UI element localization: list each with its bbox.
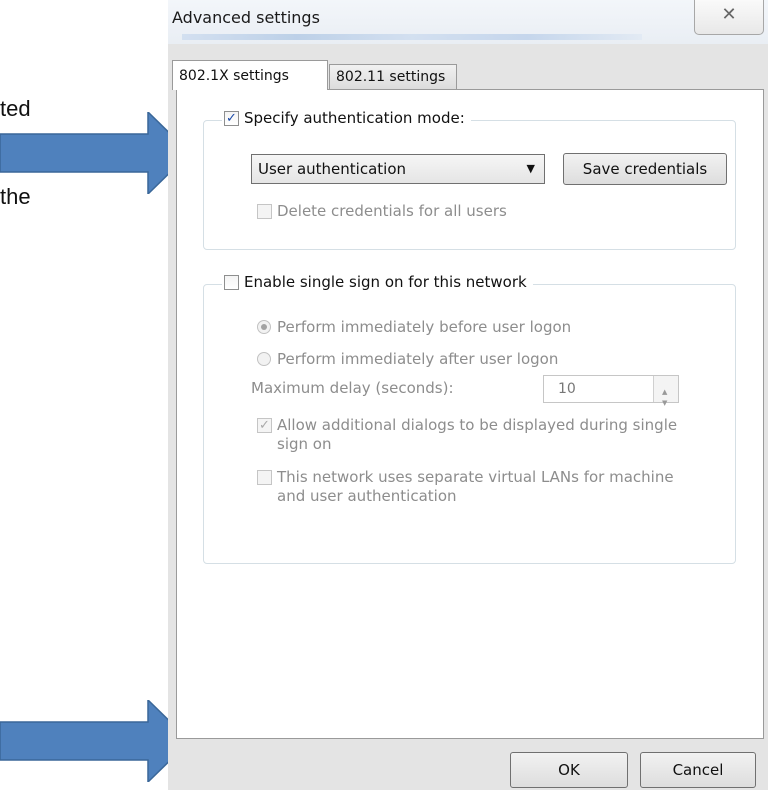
radio-after-logon-row[interactable]: Perform immediately after user logon — [257, 350, 558, 368]
delete-credentials-label: Delete credentials for all users — [277, 202, 507, 220]
allow-dialogs-label: Allow additional dialogs to be displayed… — [277, 416, 677, 454]
enable-sso-checkbox[interactable] — [224, 274, 239, 290]
sso-legend[interactable]: Enable single sign on for this network — [222, 273, 533, 291]
spin-down-icon[interactable]: ▼ — [662, 390, 667, 416]
allow-dialogs-label-line2: sign on — [277, 435, 332, 453]
check-icon: ✓ — [259, 418, 270, 433]
separate-vlans-label: This network uses separate virtual LANs … — [277, 468, 674, 506]
tab-802-11-settings[interactable]: 802.11 settings — [329, 64, 457, 90]
close-button[interactable]: ✕ — [694, 0, 764, 35]
title-bar: Advanced settings ✕ — [168, 0, 768, 44]
max-delay-spinner[interactable]: 10 ▲ ▼ — [543, 375, 679, 407]
radio-after-logon-label: Perform immediately after user logon — [277, 350, 559, 368]
chevron-down-icon: ▼ — [526, 162, 535, 175]
specify-auth-mode-label: Specify authentication mode: — [244, 109, 465, 127]
auth-mode-value: User authentication — [258, 160, 407, 178]
ok-button[interactable]: OK — [510, 752, 628, 788]
specify-auth-mode-checkbox[interactable]: ✓ — [224, 110, 239, 126]
radio-before-logon-label: Perform immediately before user logon — [277, 318, 572, 336]
save-credentials-button[interactable]: Save credentials — [563, 153, 727, 185]
enable-sso-label: Enable single sign on for this network — [244, 273, 527, 291]
tab-802-1x-settings[interactable]: 802.1X settings — [172, 60, 328, 90]
bottom-strip — [168, 790, 768, 808]
spinner-buttons[interactable]: ▲ ▼ — [653, 376, 678, 407]
delete-credentials-checkbox[interactable] — [257, 203, 272, 219]
allow-dialogs-checkbox[interactable]: ✓ — [257, 418, 272, 433]
radio-after-logon[interactable] — [257, 352, 271, 366]
separate-vlans-row[interactable]: This network uses separate virtual LANs … — [257, 468, 674, 506]
dialog-title: Advanced settings — [172, 8, 320, 27]
check-icon: ✓ — [226, 110, 237, 126]
radio-before-logon-row[interactable]: Perform immediately before user logon — [257, 318, 571, 336]
separate-vlans-checkbox[interactable] — [257, 470, 272, 485]
allow-dialogs-row[interactable]: ✓ Allow additional dialogs to be display… — [257, 416, 677, 454]
allow-dialogs-label-line1: Allow additional dialogs to be displayed… — [277, 416, 678, 434]
title-bar-decoration — [182, 34, 642, 40]
separate-vlans-label-line2: and user authentication — [277, 487, 457, 505]
close-icon: ✕ — [721, 4, 737, 25]
max-delay-value: 10 — [558, 381, 576, 397]
delete-credentials-row[interactable]: Delete credentials for all users — [257, 202, 507, 220]
cancel-button[interactable]: Cancel — [640, 752, 756, 788]
max-delay-label: Maximum delay (seconds): — [251, 379, 454, 397]
tab-panel: ✓ Specify authentication mode: User auth… — [176, 89, 764, 739]
auth-mode-group: ✓ Specify authentication mode: — [203, 109, 736, 250]
separate-vlans-label-line1: This network uses separate virtual LANs … — [277, 468, 674, 486]
blue-arrow-icon — [0, 112, 192, 194]
auth-mode-select[interactable]: User authentication ▼ — [251, 154, 545, 184]
blue-arrow-icon — [0, 700, 192, 782]
radio-before-logon[interactable] — [257, 320, 271, 334]
auth-mode-legend[interactable]: ✓ Specify authentication mode: — [222, 109, 471, 127]
advanced-settings-dialog: Advanced settings ✕ 802.1X settings 802.… — [168, 0, 768, 808]
